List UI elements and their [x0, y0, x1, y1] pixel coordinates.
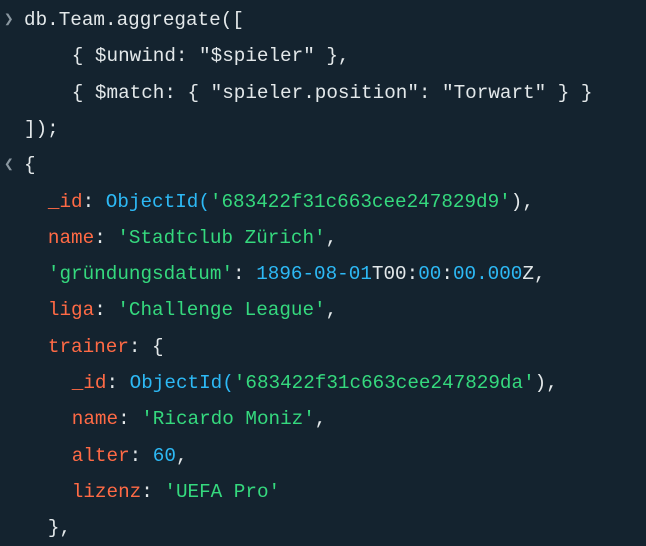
- code-text: name: 'Ricardo Moniz',: [72, 401, 327, 437]
- code-text: { $unwind: "$spieler" },: [72, 38, 350, 74]
- code-text: db.Team.aggregate([: [24, 2, 244, 38]
- token-key: _id: [47, 190, 83, 213]
- token-key: alter: [71, 444, 130, 467]
- token-num: 00: [418, 263, 442, 286]
- token-fn: ObjectId(: [129, 372, 234, 394]
- code-text: lizenz: 'UEFA Pro': [72, 474, 280, 510]
- token-txt: ,: [314, 408, 327, 431]
- token-txt: {: [24, 154, 36, 177]
- token-str: 'Challenge League': [117, 299, 326, 322]
- token-num: 00.000: [452, 263, 523, 286]
- code-text: 'gründungsdatum': 1896-08-01T00:00:00.00…: [48, 256, 546, 292]
- token-txt: { $unwind: "$spieler" },: [71, 45, 350, 68]
- code-text: liga: 'Challenge League',: [48, 292, 337, 328]
- token-str: 'Ricardo Moniz': [141, 408, 315, 431]
- token-txt: ),: [534, 372, 558, 394]
- token-txt: :: [129, 444, 153, 467]
- code-text: ]);: [24, 111, 59, 147]
- token-txt: :: [441, 263, 453, 286]
- token-key: name: [47, 226, 95, 249]
- code-text: _id: ObjectId('683422f31c663cee247829da'…: [72, 365, 558, 401]
- token-key: trainer: [47, 335, 129, 358]
- token-txt: :: [94, 299, 118, 322]
- token-str: 'Stadtclub Zürich': [117, 226, 326, 249]
- token-str: 'gründungsdatum': [47, 263, 234, 286]
- code-text: trainer: {: [48, 329, 164, 365]
- token-txt: :: [94, 226, 118, 249]
- code-text: },: [48, 510, 71, 546]
- code-text: name: 'Stadtclub Zürich',: [48, 220, 337, 256]
- token-num: 60: [152, 444, 176, 467]
- token-txt: db.Team.aggregate([: [24, 9, 244, 31]
- token-key: lizenz: [71, 480, 142, 503]
- token-txt: : {: [128, 335, 164, 358]
- token-txt: :: [82, 190, 106, 213]
- token-key: _id: [71, 372, 107, 394]
- token-key: liga: [47, 299, 95, 322]
- code-text: _id: ObjectId('683422f31c663cee247829d9'…: [48, 184, 534, 220]
- token-txt: ,: [325, 299, 338, 322]
- token-txt: Z,: [522, 263, 546, 286]
- output-chevron-icon: ❮: [4, 156, 14, 175]
- token-txt: ),: [510, 190, 534, 213]
- token-txt: :: [141, 480, 165, 503]
- token-txt: T00:: [371, 263, 419, 286]
- token-txt: :: [233, 263, 257, 286]
- token-str: '683422f31c663cee247829d9': [209, 190, 511, 213]
- token-str: 'UEFA Pro': [164, 480, 281, 503]
- code-text: { $match: { "spieler.position": "Torwart…: [72, 75, 593, 111]
- code-text: alter: 60,: [72, 438, 188, 474]
- token-txt: },: [47, 517, 72, 540]
- token-key: name: [71, 408, 119, 431]
- token-fn: ObjectId(: [105, 190, 210, 213]
- token-txt: ]);: [24, 117, 59, 140]
- token-txt: { $match: { "spieler.position": "Torwart…: [71, 81, 593, 104]
- input-chevron-icon: ❯: [4, 11, 14, 29]
- token-txt: ,: [175, 444, 188, 467]
- code-text: {: [24, 147, 36, 183]
- token-txt: :: [106, 372, 130, 394]
- token-str: '683422f31c663cee247829da': [233, 372, 535, 394]
- token-txt: ,: [325, 226, 338, 249]
- token-txt: :: [118, 408, 142, 431]
- token-num: 1896-08-01: [256, 263, 372, 286]
